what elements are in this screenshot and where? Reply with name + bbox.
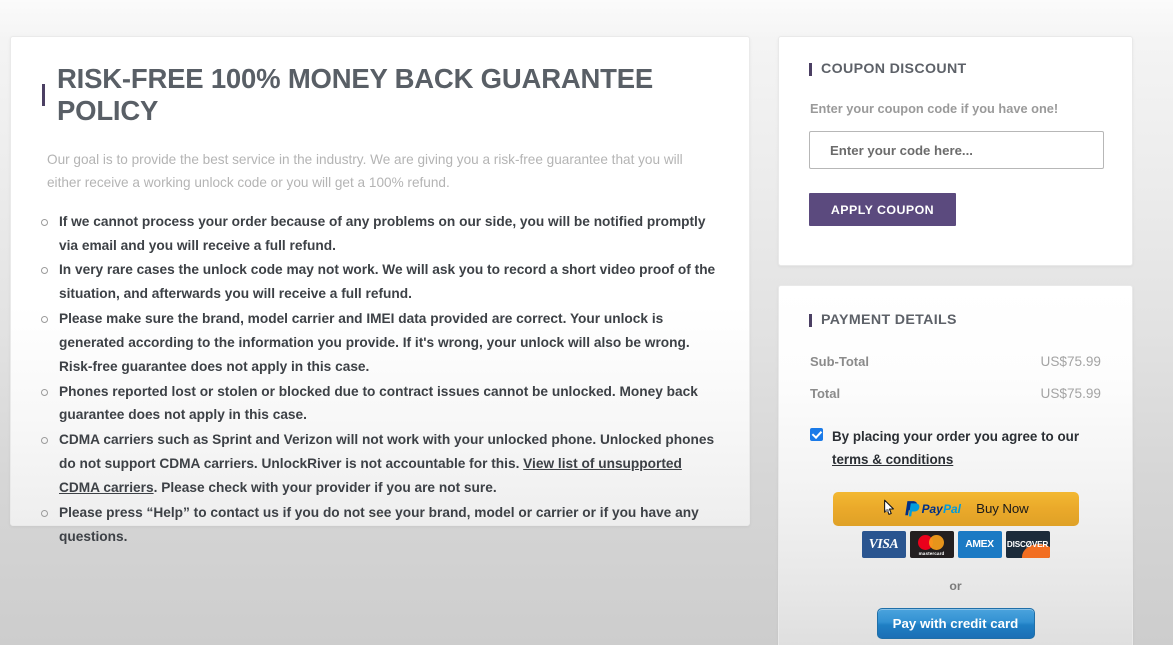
page-title: RISK-FREE 100% MONEY BACK GUARANTEE POLI… (42, 63, 721, 127)
coupon-section-title-text: COUPON DISCOUNT (821, 61, 967, 77)
total-value: US$75.99 (1040, 386, 1101, 401)
subtotal-value: US$75.99 (1040, 354, 1101, 369)
terms-and-conditions-link[interactable]: terms & conditions (832, 452, 953, 467)
total-row: Total US$75.99 (809, 386, 1102, 401)
title-accent-bar (809, 62, 812, 76)
list-item: Please press “Help” to contact us if you… (39, 501, 721, 549)
visa-icon: VISA (861, 530, 906, 558)
discover-label: DISCØVER (1006, 539, 1049, 549)
svg-text:Pal: Pal (943, 502, 962, 516)
subtotal-row: Sub-Total US$75.99 (809, 354, 1102, 369)
terms-agreement-checkbox[interactable] (810, 428, 823, 441)
terms-agreement-label: By placing your order you agree to our t… (832, 425, 1101, 472)
policy-item-text: Phones reported lost or stolen or blocke… (59, 383, 698, 423)
amex-label: AMEX (965, 538, 994, 550)
policy-list: If we cannot process your order because … (39, 210, 721, 549)
list-item: CDMA carriers such as Sprint and Verizon… (39, 428, 721, 499)
list-item: Phones reported lost or stolen or blocke… (39, 380, 721, 428)
visa-label: VISA (868, 536, 899, 552)
or-separator-label: or (949, 578, 962, 593)
payment-section-title: PAYMENT DETAILS (809, 312, 1102, 328)
list-item: Please make sure the brand, model carrie… (39, 307, 721, 378)
title-accent-bar (809, 313, 812, 327)
paypal-buy-now-label: Buy Now (976, 501, 1029, 517)
cursor-pointer-icon (884, 499, 895, 516)
discover-icon: DISCØVER (1005, 530, 1050, 558)
page-title-text: RISK-FREE 100% MONEY BACK GUARANTEE POLI… (57, 63, 654, 126)
mastercard-icon: mastercard (909, 530, 954, 558)
payment-details-card: PAYMENT DETAILS Sub-Total US$75.99 Total… (778, 285, 1133, 645)
title-accent-bar (42, 84, 45, 106)
paypal-logo-icon: Pay Pal (905, 501, 962, 517)
list-item: In very rare cases the unlock code may n… (39, 258, 721, 306)
paypal-buy-now-button[interactable]: Pay Pal Buy Now (832, 491, 1079, 526)
page-root: RISK-FREE 100% MONEY BACK GUARANTEE POLI… (0, 0, 1173, 645)
subtotal-label: Sub-Total (810, 354, 869, 369)
policy-intro-text: Our goal is to provide the best service … (47, 152, 683, 191)
total-label: Total (810, 386, 841, 401)
svg-text:Pay: Pay (922, 502, 945, 516)
terms-agreement-text: By placing your order you agree to our (832, 429, 1080, 444)
coupon-hint-text: Enter your coupon code if you have one! (810, 101, 1059, 116)
coupon-section-title: COUPON DISCOUNT (809, 61, 1102, 77)
policy-item-text-after: . Please check with your provider if you… (153, 479, 497, 495)
policy-item-text: If we cannot process your order because … (59, 213, 706, 253)
list-item: If we cannot process your order because … (39, 210, 721, 258)
policy-item-text: Please make sure the brand, model carrie… (59, 311, 690, 374)
policy-item-text: Please press “Help” to contact us if you… (59, 504, 699, 544)
coupon-discount-card: COUPON DISCOUNT Enter your coupon code i… (778, 36, 1133, 266)
accepted-card-logos: VISA mastercard AMEX DISCØVER (809, 530, 1102, 558)
pay-with-credit-card-button[interactable]: Pay with credit card (876, 607, 1035, 639)
terms-agreement-row: By placing your order you agree to our t… (809, 425, 1102, 472)
mastercard-circles (916, 534, 948, 550)
risk-free-policy-card: RISK-FREE 100% MONEY BACK GUARANTEE POLI… (10, 36, 750, 544)
amex-icon: AMEX (957, 530, 1002, 558)
mastercard-label: mastercard (918, 550, 945, 556)
policy-item-text: In very rare cases the unlock code may n… (59, 262, 716, 302)
payment-section-title-text: PAYMENT DETAILS (821, 312, 957, 328)
coupon-code-input[interactable] (809, 131, 1104, 169)
apply-coupon-button[interactable]: APPLY COUPON (809, 193, 956, 226)
